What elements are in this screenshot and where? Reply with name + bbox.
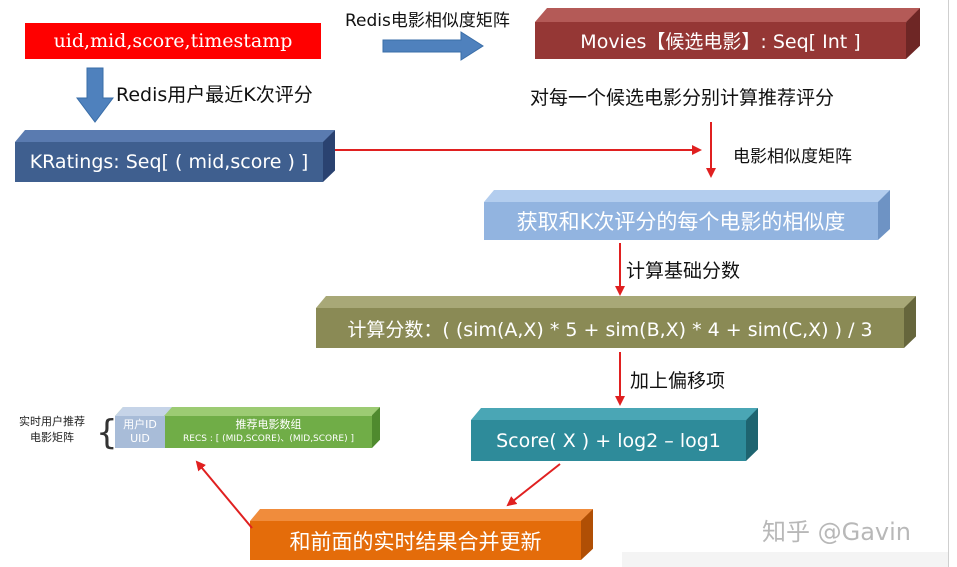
connector-arrows [76, 31, 716, 529]
merge-to-legend-arrow [195, 460, 253, 529]
score-to-merge-arrow [506, 463, 561, 507]
bottom-faint-strip [622, 552, 948, 567]
blue-down-arrow [76, 67, 114, 123]
blue-right-arrow [382, 31, 484, 61]
